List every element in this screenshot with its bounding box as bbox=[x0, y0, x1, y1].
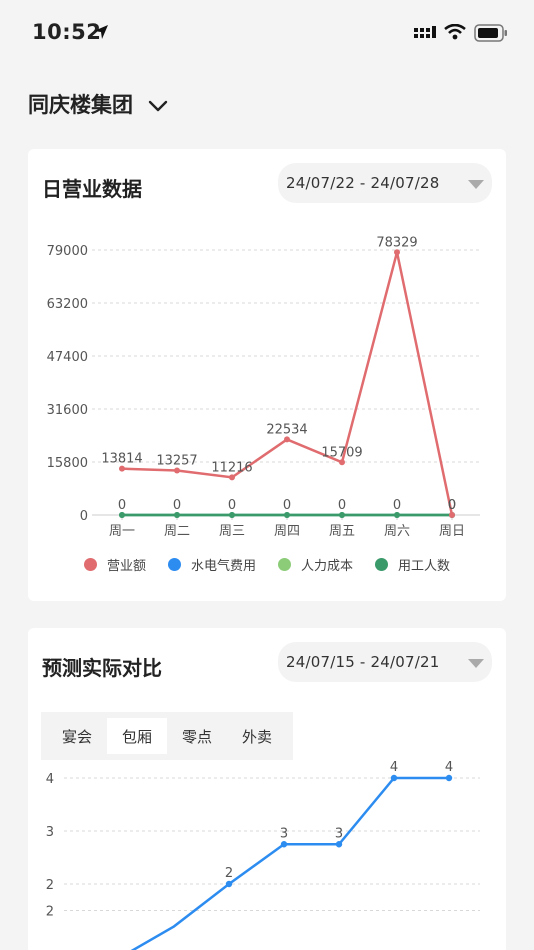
y-tick-label: 4 bbox=[46, 772, 54, 787]
y-tick-label: 15800 bbox=[47, 456, 88, 471]
data-label: 13814 bbox=[101, 452, 142, 467]
y-tick-label: 0 bbox=[80, 509, 88, 524]
data-label: 0 bbox=[173, 498, 181, 513]
data-point bbox=[335, 841, 343, 848]
data-label: 3 bbox=[280, 826, 288, 841]
legend-item-utilities[interactable]: 水电气费用 bbox=[167, 555, 256, 574]
data-label: 0 bbox=[393, 498, 401, 513]
legend-dot bbox=[278, 558, 291, 571]
series-line bbox=[130, 776, 449, 950]
status-time: 10:52 bbox=[32, 20, 102, 44]
y-tick-label: 63200 bbox=[47, 297, 88, 312]
data-label: 78329 bbox=[376, 235, 417, 250]
y-tick-label: 47400 bbox=[47, 350, 88, 365]
org-name: 同庆楼集团 bbox=[28, 93, 133, 117]
x-tick-label: 周三 bbox=[219, 524, 245, 539]
data-label: 0 bbox=[448, 498, 456, 513]
chevron-down-icon bbox=[148, 100, 168, 112]
data-label: 4 bbox=[390, 760, 398, 775]
data-label: 22534 bbox=[266, 422, 307, 437]
legend-label: 营业额 bbox=[106, 559, 146, 574]
daily-business-card: 日营业数据 24/07/22 - 24/07/28 0 15800 31600 474… bbox=[28, 149, 506, 601]
y-tick-label: 79000 bbox=[47, 244, 88, 259]
x-tick-label: 周四 bbox=[274, 524, 300, 539]
cellular-signal-icon bbox=[414, 26, 436, 38]
y-tick-label: 2 bbox=[46, 905, 54, 920]
data-label: 4 bbox=[445, 760, 453, 775]
legend-item-labor-cost[interactable]: 人力成本 bbox=[278, 555, 353, 574]
legend-item-headcount[interactable]: 用工人数 bbox=[375, 555, 450, 574]
legend-dot bbox=[167, 558, 181, 571]
data-label: 13257 bbox=[156, 454, 197, 469]
series-line bbox=[121, 251, 454, 516]
data-point bbox=[280, 841, 288, 848]
data-label: 3 bbox=[335, 826, 343, 841]
wifi-icon bbox=[444, 24, 466, 40]
x-tick-label: 周五 bbox=[329, 524, 355, 539]
data-label: 0 bbox=[338, 498, 346, 513]
y-tick-label: 2 bbox=[46, 878, 54, 893]
data-label: 2 bbox=[225, 866, 233, 881]
legend-item-revenue[interactable]: 营业额 bbox=[83, 555, 146, 574]
forecast-actual-card: 预测实际对比 24/07/15 - 24/07/21 宴会 包厢 零点 外卖 2… bbox=[28, 628, 506, 950]
data-label: 0 bbox=[228, 498, 236, 513]
x-tick-label: 周二 bbox=[164, 524, 190, 539]
x-tick-label: 周六 bbox=[384, 524, 410, 539]
daily-business-chart: 0 15800 31600 47400 63200 79000 周一 周二 周三 周四 周五 周六 周日… bbox=[47, 235, 480, 539]
location-arrow-icon bbox=[94, 25, 108, 39]
data-label: 11216 bbox=[211, 460, 252, 475]
forecast-actual-chart: 2 2 3 4 2 3 3 4 4 bbox=[46, 760, 480, 950]
chart-legend: 营业额 水电气费用 人力成本 用工人数 bbox=[28, 555, 506, 574]
legend-label: 人力成本 bbox=[301, 559, 354, 574]
legend-dot bbox=[375, 558, 389, 571]
legend-label: 用工人数 bbox=[398, 559, 451, 574]
legend-dot bbox=[83, 558, 97, 571]
data-label: 0 bbox=[283, 498, 291, 513]
battery-icon bbox=[474, 24, 507, 42]
x-tick-label: 周一 bbox=[109, 524, 135, 539]
data-label: 15709 bbox=[321, 445, 362, 460]
data-label: 0 bbox=[118, 498, 126, 513]
y-tick-label: 3 bbox=[46, 825, 54, 840]
org-selector[interactable]: 同庆楼集团 bbox=[28, 88, 169, 120]
legend-label: 水电气费用 bbox=[190, 559, 256, 574]
data-point bbox=[390, 774, 398, 782]
status-bar: 10:52 bbox=[0, 0, 534, 68]
x-tick-label: 周日 bbox=[439, 524, 465, 539]
data-point bbox=[445, 774, 453, 782]
y-tick-label: 31600 bbox=[47, 403, 88, 418]
data-point bbox=[225, 880, 233, 888]
